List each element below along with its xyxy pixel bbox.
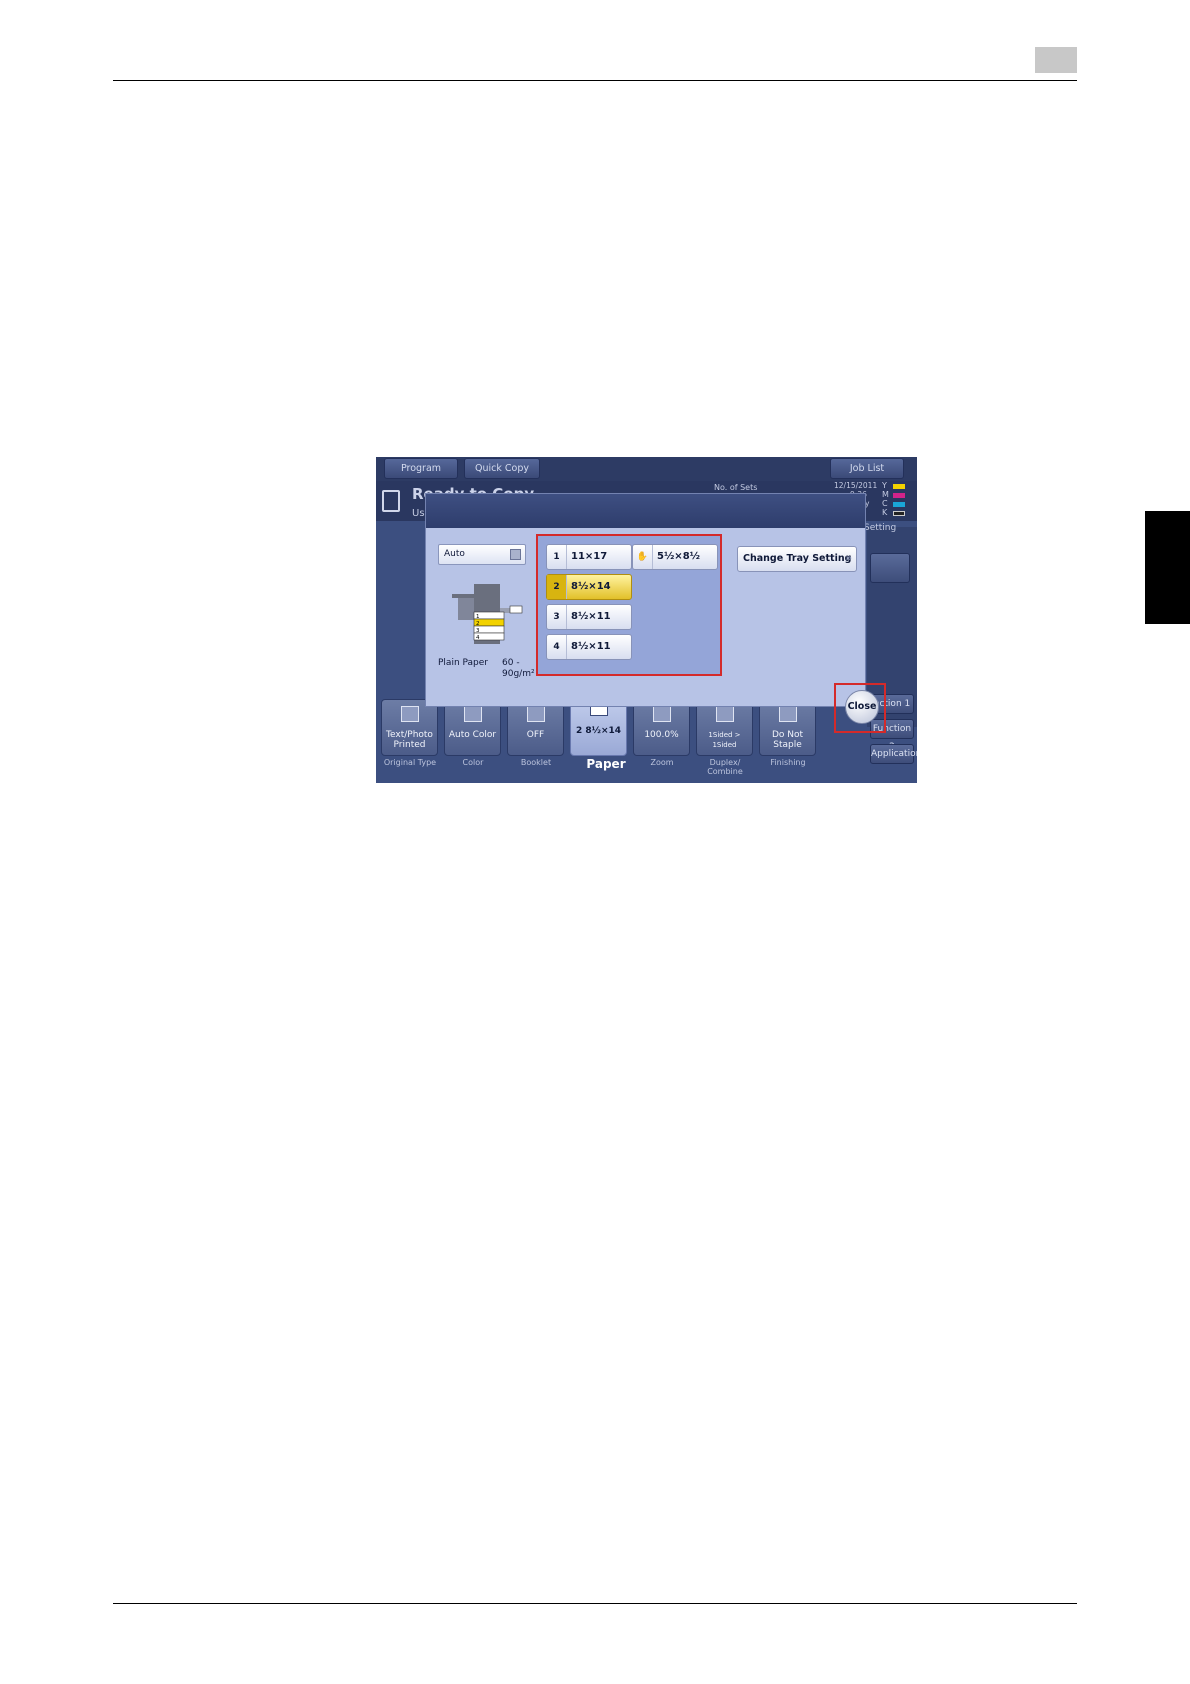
machine-tray-4: 4: [476, 635, 480, 641]
color-label: Color: [462, 758, 484, 767]
tray-4-number: 4: [547, 635, 567, 659]
staple-icon: [779, 706, 797, 722]
toner-label-m: M: [882, 490, 889, 499]
header-rule: [113, 80, 1077, 81]
tray-selection-area: 1 11×17 2 8½×14 3 8½×11 4 8½×11 ✋ 5½×8½: [536, 534, 722, 676]
original-type-button[interactable]: Text/Photo Printed: [381, 699, 438, 756]
paper-value: 2 8½×14: [575, 726, 622, 736]
page-badge: [1035, 47, 1077, 73]
toner-y-level: [893, 484, 905, 489]
footer-rule: [113, 1603, 1077, 1604]
date-readout: 12/15/2011: [834, 481, 878, 490]
finishing-label: Finishing: [770, 758, 806, 767]
change-tray-label: Change Tray Setting: [743, 553, 852, 564]
tray-3-size: 8½×11: [571, 611, 611, 622]
auto-checkbox: [510, 549, 521, 560]
auto-label: Auto: [444, 549, 465, 559]
finishing-button[interactable]: Do Not Staple: [759, 699, 816, 756]
booklet-icon: [527, 706, 545, 722]
copy-view-button[interactable]: [870, 553, 910, 583]
booklet-value: OFF: [526, 730, 545, 740]
auto-paper-button[interactable]: Auto: [438, 544, 526, 565]
machine-tray-diagram-icon: 1 2 3 4: [452, 584, 523, 644]
chapter-tab: [1145, 511, 1190, 624]
zoom-button[interactable]: 100.0%: [633, 699, 690, 756]
duplex-value: 1Sided > 1Sided: [708, 731, 741, 749]
finishing-value: Do Not Staple: [771, 730, 804, 750]
change-tray-setting-button[interactable]: Change Tray Setting »: [737, 546, 857, 572]
close-button[interactable]: Close: [845, 690, 879, 724]
toner-k-level: [893, 511, 905, 516]
toner-label-y: Y: [882, 481, 887, 490]
machine-tray-3: 3: [476, 628, 480, 634]
job-list-button[interactable]: Job List: [830, 458, 904, 479]
tray-4-button[interactable]: 4 8½×11: [546, 634, 632, 660]
program-button[interactable]: Program: [384, 458, 458, 479]
book-icon: [401, 706, 419, 722]
color-button[interactable]: Auto Color: [444, 699, 501, 756]
close-highlight: Close: [834, 683, 886, 733]
tray-1-number: 1: [547, 545, 567, 569]
toner-label-k: K: [882, 508, 888, 517]
zoom-label: Zoom: [650, 758, 674, 767]
duplex-button[interactable]: 1Sided > 1Sided: [696, 699, 753, 756]
setting-label: Setting: [864, 523, 897, 533]
tray-3-number: 3: [547, 605, 567, 629]
color-value: Auto Color: [448, 730, 497, 740]
double-chevron-right-icon: »: [845, 553, 852, 564]
machine-tray-2: 2: [476, 621, 480, 627]
toner-label-c: C: [882, 499, 888, 508]
tray-1-button[interactable]: 1 11×17: [546, 544, 632, 570]
copier-panel-screenshot: Program Quick Copy Job List Ready to Cop…: [376, 457, 917, 783]
zoom-icon: [653, 706, 671, 722]
toner-c-level: [893, 502, 905, 507]
dialog-header: [426, 494, 865, 528]
color-icon: [464, 706, 482, 722]
tray-1-size: 11×17: [571, 551, 608, 562]
tray-2-number: 2: [547, 575, 567, 599]
duplex-label: Duplex/ Combine: [707, 758, 743, 776]
original-type-label: Original Type: [383, 758, 437, 767]
bypass-size: 5½×8½: [657, 551, 700, 562]
toner-m-level: [893, 493, 905, 498]
tray-2-size: 8½×14: [571, 581, 611, 592]
paper-type-label: Plain Paper: [438, 658, 488, 668]
zoom-value: 100.0%: [644, 730, 679, 740]
tray-3-button[interactable]: 3 8½×11: [546, 604, 632, 630]
booklet-label: Booklet: [520, 758, 552, 767]
tray-2-button[interactable]: 2 8½×14: [546, 574, 632, 600]
hand-icon: ✋: [633, 545, 653, 569]
bypass-tray-button[interactable]: ✋ 5½×8½: [632, 544, 718, 570]
paper-weight-label: 60 - 90g/m²: [502, 658, 535, 679]
duplex-icon: [716, 706, 734, 722]
machine-tray-1: 1: [476, 614, 480, 620]
booklet-button[interactable]: OFF: [507, 699, 564, 756]
quick-copy-button[interactable]: Quick Copy: [464, 458, 540, 479]
tray-4-size: 8½×11: [571, 641, 611, 652]
application-button[interactable]: Application: [870, 744, 917, 764]
paper-dialog: Auto 1 2 3 4 Plain Paper 60 - 90g/m² 1 1…: [425, 493, 866, 707]
no-of-sets-label: No. of Sets: [714, 483, 758, 492]
original-type-value: Text/Photo Printed: [386, 730, 433, 750]
copy-document-icon: [382, 490, 400, 512]
